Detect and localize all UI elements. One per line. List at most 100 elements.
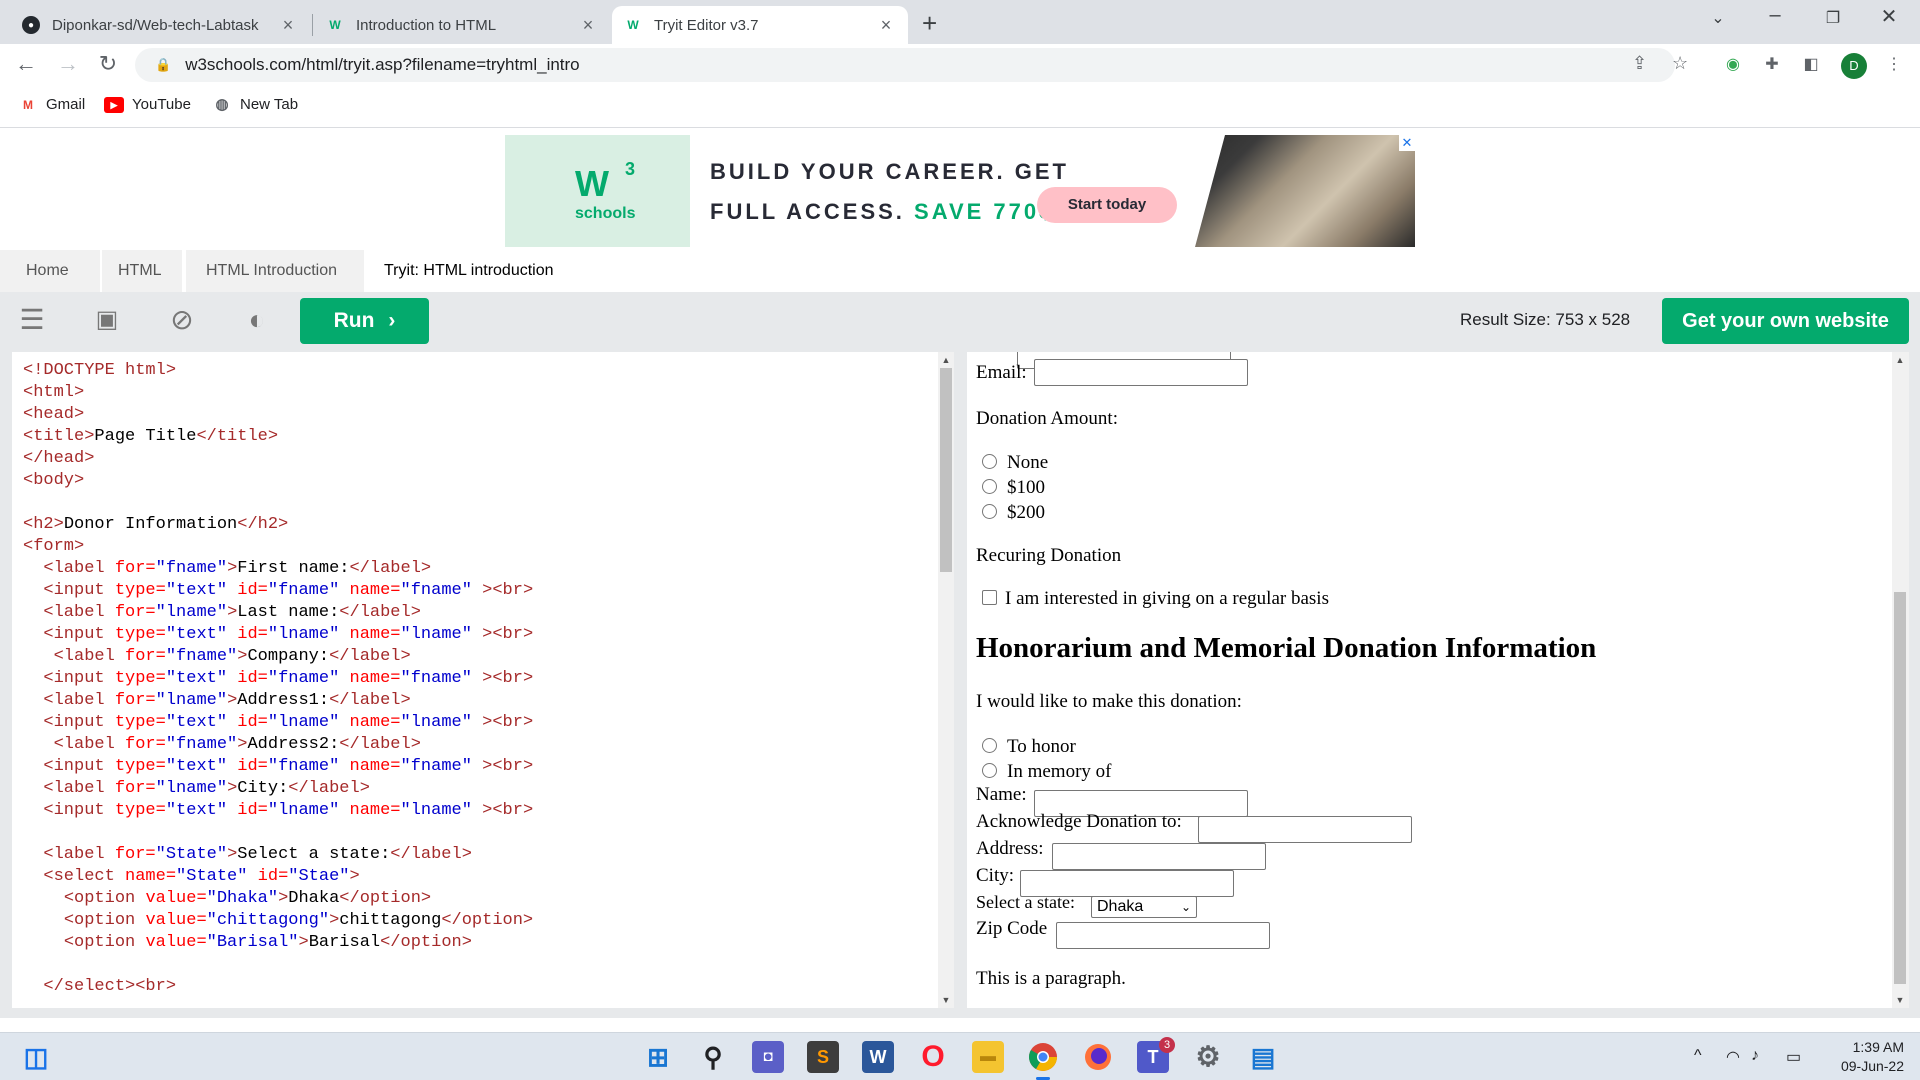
- code-line[interactable]: <option value="chittagong">chittagong</o…: [23, 910, 533, 932]
- scroll-down-arrow[interactable]: ▼: [938, 992, 954, 1008]
- side-panel-icon[interactable]: ◧: [1800, 54, 1822, 76]
- ad-banner[interactable]: W 3 schools BUILD YOUR CAREER. GET FULL …: [505, 135, 1415, 247]
- get-your-own-website-button[interactable]: Get your own website: [1662, 298, 1909, 344]
- code-editor[interactable]: <!DOCTYPE html> <html> <head> <title>Page T…: [12, 352, 954, 1008]
- ad-close-icon[interactable]: ✕: [1399, 135, 1415, 151]
- save-icon[interactable]: ▣: [87, 302, 127, 338]
- tab-github[interactable]: ● Diponkar-sd/Web-tech-Labtask ×: [10, 6, 310, 44]
- code-line[interactable]: <label for="fname">First name:</label>: [23, 558, 533, 580]
- extension-globe-icon[interactable]: ◉: [1722, 54, 1744, 76]
- code-line[interactable]: <label for="State">Select a state:</labe…: [23, 844, 533, 866]
- scroll-down-arrow[interactable]: ▼: [1892, 992, 1908, 1008]
- radio-in-memory[interactable]: [982, 763, 997, 778]
- close-icon[interactable]: ×: [578, 15, 598, 36]
- code-line[interactable]: [23, 822, 533, 844]
- breadcrumb-html-introduction[interactable]: HTML Introduction: [184, 250, 364, 292]
- bookmark-star-icon[interactable]: ☆: [1672, 53, 1688, 74]
- reload-button[interactable]: ↻: [94, 50, 122, 78]
- taskbar-clock[interactable]: 1:39 AM 09-Jun-22: [1824, 1038, 1904, 1076]
- code-line[interactable]: <input type="text" id="fname" name="fnam…: [23, 580, 533, 602]
- code-line[interactable]: <title>Page Title</title>: [23, 426, 533, 448]
- menu-hamburger-icon[interactable]: ☰: [12, 302, 52, 338]
- scroll-thumb[interactable]: [940, 368, 952, 572]
- result-scrollbar[interactable]: ▲ ▼: [1892, 352, 1909, 1008]
- wifi-icon[interactable]: ◠: [1726, 1047, 1740, 1067]
- code-line[interactable]: <option value="Dhaka">Dhaka</option>: [23, 888, 533, 910]
- file-explorer-icon[interactable]: ▬: [972, 1041, 1004, 1073]
- scroll-thumb[interactable]: [1894, 592, 1906, 984]
- code-line[interactable]: <input type="text" id="lname" name="lnam…: [23, 712, 533, 734]
- tab-introduction[interactable]: W Introduction to HTML ×: [314, 6, 610, 44]
- windows-start-icon[interactable]: ⊞: [642, 1041, 674, 1073]
- volume-icon[interactable]: ♪: [1751, 1047, 1759, 1065]
- code-line[interactable]: <label for="lname">Last name:</label>: [23, 602, 533, 624]
- state-select[interactable]: Dhaka ⌄: [1091, 896, 1197, 918]
- ad-start-today-button[interactable]: Start today: [1037, 187, 1177, 223]
- minimize-button[interactable]: –: [1752, 4, 1798, 27]
- recurring-checkbox[interactable]: [982, 590, 997, 605]
- code-scrollbar[interactable]: ▲ ▼: [938, 352, 954, 1008]
- code-line[interactable]: <option value="Barisal">Barisal</option>: [23, 932, 533, 954]
- notepad-icon[interactable]: ▤: [1247, 1041, 1279, 1073]
- zip-code-input[interactable]: [1056, 922, 1270, 949]
- code-line[interactable]: </select><br>: [23, 976, 533, 998]
- radio-100[interactable]: [982, 479, 997, 494]
- restore-button[interactable]: ❐: [1810, 8, 1856, 28]
- bookmark-gmail[interactable]: M Gmail: [18, 96, 85, 113]
- opera-icon[interactable]: O: [917, 1041, 949, 1073]
- code-line[interactable]: <input type="text" id="lname" name="lnam…: [23, 624, 533, 646]
- radio-to-honor[interactable]: [982, 738, 997, 753]
- code-text[interactable]: <!DOCTYPE html> <html> <head> <title>Page T…: [23, 360, 533, 998]
- bookmark-new-tab[interactable]: ◍ New Tab: [212, 96, 298, 113]
- code-line[interactable]: <label for="fname">Address2:</label>: [23, 734, 533, 756]
- code-line[interactable]: <input type="text" id="lname" name="lnam…: [23, 800, 533, 822]
- code-line[interactable]: <head>: [23, 404, 533, 426]
- widgets-icon[interactable]: ◫: [20, 1041, 52, 1073]
- close-icon[interactable]: ×: [876, 15, 896, 36]
- code-line[interactable]: <input type="text" id="fname" name="fnam…: [23, 668, 533, 690]
- breadcrumb-home[interactable]: Home: [0, 250, 100, 292]
- code-line[interactable]: [23, 492, 533, 514]
- extensions-puzzle-icon[interactable]: ✚: [1761, 54, 1783, 76]
- scroll-up-arrow[interactable]: ▲: [938, 352, 954, 368]
- radio-200[interactable]: [982, 504, 997, 519]
- chrome-icon[interactable]: [1027, 1041, 1059, 1073]
- share-icon[interactable]: ⇪: [1632, 53, 1647, 74]
- code-line[interactable]: <label for="fname">Company:</label>: [23, 646, 533, 668]
- lock-icon[interactable]: 🔒: [155, 57, 171, 73]
- run-button[interactable]: Run ›: [300, 298, 429, 344]
- code-line[interactable]: <!DOCTYPE html>: [23, 360, 533, 382]
- breadcrumb-html[interactable]: HTML: [100, 250, 182, 292]
- back-button[interactable]: ←: [12, 50, 40, 78]
- bookmark-youtube[interactable]: ▶ YouTube: [104, 96, 191, 113]
- code-line[interactable]: <label for="lname">Address1:</label>: [23, 690, 533, 712]
- new-tab-button[interactable]: +: [922, 8, 937, 39]
- menu-kebab-icon[interactable]: ⋮: [1883, 54, 1905, 76]
- forward-button[interactable]: →: [54, 50, 82, 78]
- word-icon[interactable]: W: [862, 1041, 894, 1073]
- battery-icon[interactable]: ▭: [1786, 1047, 1801, 1067]
- radio-none[interactable]: [982, 454, 997, 469]
- address-input[interactable]: [1052, 843, 1266, 870]
- search-icon[interactable]: ⚲: [697, 1041, 729, 1073]
- email-input[interactable]: [1034, 359, 1248, 386]
- close-icon[interactable]: ×: [278, 15, 298, 36]
- dark-mode-icon[interactable]: ◐: [237, 302, 277, 338]
- scroll-up-arrow[interactable]: ▲: [1892, 352, 1908, 368]
- code-line[interactable]: <input type="text" id="fname" name="fnam…: [23, 756, 533, 778]
- profile-avatar[interactable]: D: [1841, 53, 1867, 79]
- code-line[interactable]: <form>: [23, 536, 533, 558]
- code-line[interactable]: <select name="State" id="Stae">: [23, 866, 533, 888]
- code-line[interactable]: <h2>Donor Information</h2>: [23, 514, 533, 536]
- teams-meet-icon[interactable]: ◘: [752, 1041, 784, 1073]
- address-bar[interactable]: 🔒 w3schools.com/html/tryit.asp?filename=…: [135, 48, 1675, 82]
- tab-search-icon[interactable]: ⌄: [1695, 8, 1741, 28]
- acknowledge-input[interactable]: [1198, 816, 1412, 843]
- sublime-text-icon[interactable]: S: [807, 1041, 839, 1073]
- code-line[interactable]: <html>: [23, 382, 533, 404]
- code-line[interactable]: [23, 954, 533, 976]
- code-line[interactable]: <label for="lname">City:</label>: [23, 778, 533, 800]
- code-line[interactable]: </head>: [23, 448, 533, 470]
- tab-tryit-editor[interactable]: W Tryit Editor v3.7 ×: [612, 6, 908, 44]
- firefox-icon[interactable]: [1082, 1041, 1114, 1073]
